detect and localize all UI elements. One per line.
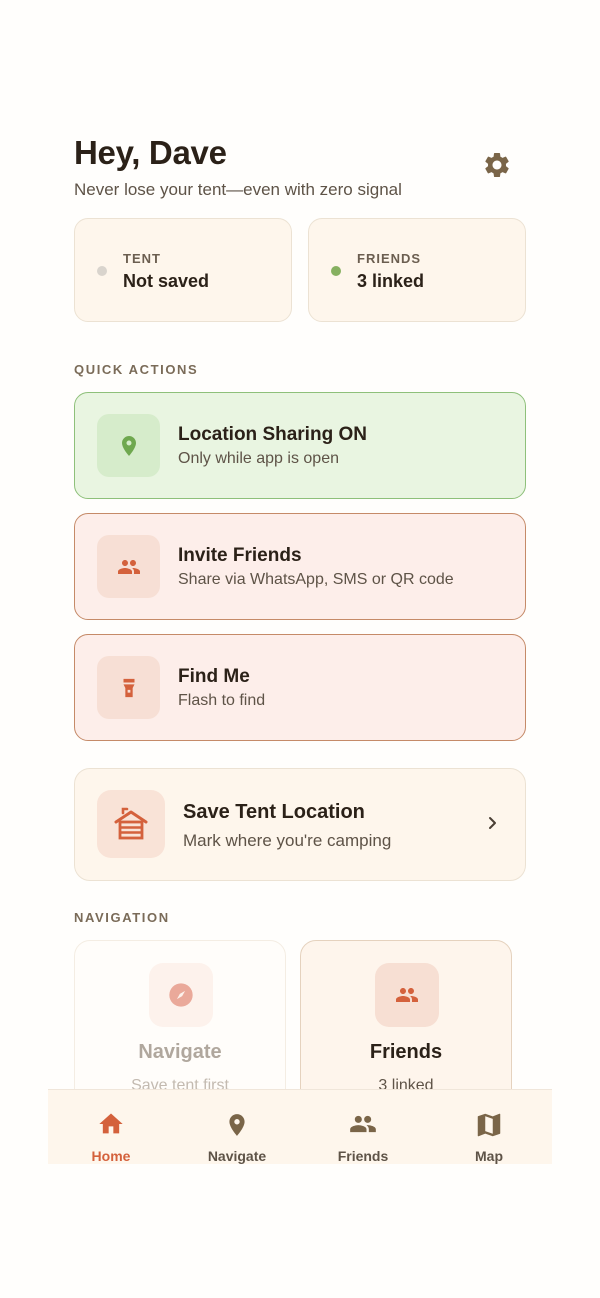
friends-status-label: FRIENDS — [357, 251, 422, 266]
bottom-tab-friends[interactable]: Friends — [300, 1090, 426, 1164]
bottom-tab-navigate-label: Navigate — [207, 1148, 267, 1164]
quick-actions-heading: QUICK ACTIONS — [74, 362, 199, 377]
save-tent-title: Save Tent Location — [183, 801, 365, 823]
find-me-desc: Flash to find — [178, 692, 266, 709]
people-icon — [350, 1115, 376, 1133]
map-icon — [477, 1113, 501, 1137]
greeting-subtitle: Never lose your tent—even with zero sign… — [74, 180, 402, 199]
find-me-icon-tile — [97, 656, 160, 719]
navigate-icon-tile — [149, 963, 213, 1027]
greeting-title: Hey, Dave — [74, 134, 227, 171]
friends-icon-tile — [375, 963, 439, 1027]
map-pin-icon — [229, 1114, 245, 1136]
friends-status-value: 3 linked — [357, 271, 425, 291]
save-tent-icon-tile — [97, 790, 165, 858]
location-sharing-title: Location Sharing ON — [178, 424, 367, 445]
bottom-nav-bar: Home Navigate Friends Map — [48, 1089, 552, 1164]
bottom-tab-navigate[interactable]: Navigate — [174, 1090, 300, 1164]
invite-friends-desc: Share via WhatsApp, SMS or QR code — [178, 571, 454, 588]
navigation-heading: NAVIGATION — [74, 910, 170, 925]
people-icon — [396, 988, 418, 1002]
save-tent-desc: Mark where you're camping — [183, 831, 392, 850]
gear-icon[interactable] — [482, 150, 512, 180]
friends-card[interactable]: Friends 3 linked — [300, 940, 512, 1110]
cabin-icon — [114, 807, 148, 840]
flashlight-icon — [123, 678, 134, 697]
compass-icon — [169, 983, 193, 1007]
people-icon — [117, 559, 140, 574]
bottom-tab-map[interactable]: Map — [426, 1090, 552, 1164]
tent-status-card[interactable]: TENT Not saved — [74, 218, 292, 322]
navigate-card-title: Navigate — [138, 1041, 222, 1063]
invite-friends-card[interactable]: Invite Friends Share via WhatsApp, SMS o… — [74, 513, 526, 620]
find-me-card[interactable]: Find Me Flash to find — [74, 634, 526, 741]
app-screen: Hey, Dave Never lose your tent—even with… — [0, 0, 600, 1298]
bottom-tab-home[interactable]: Home — [48, 1090, 174, 1164]
find-me-title: Find Me — [178, 666, 250, 687]
location-sharing-desc: Only while app is open — [178, 450, 339, 467]
friends-status-card[interactable]: FRIENDS 3 linked — [308, 218, 526, 322]
tent-status-label: TENT — [123, 251, 161, 266]
navigate-card[interactable]: Navigate Save tent first — [74, 940, 286, 1110]
bottom-tab-map-label: Map — [475, 1148, 503, 1164]
home-icon — [99, 1113, 123, 1134]
map-pin-icon — [121, 435, 136, 456]
friends-status-dot — [331, 266, 341, 276]
location-sharing-card[interactable]: Location Sharing ON Only while app is op… — [74, 392, 526, 499]
friends-card-title: Friends — [369, 1041, 443, 1063]
invite-friends-icon-tile — [97, 535, 160, 598]
location-sharing-icon-tile — [97, 414, 160, 477]
bottom-tab-home-label: Home — [91, 1148, 131, 1164]
save-tent-card[interactable]: Save Tent Location Mark where you're cam… — [74, 768, 526, 881]
chevron-right-icon — [489, 817, 496, 829]
invite-friends-title: Invite Friends — [178, 545, 302, 566]
tent-status-dot — [97, 266, 107, 276]
tent-status-value: Not saved — [123, 271, 210, 291]
bottom-tab-friends-label: Friends — [337, 1148, 389, 1164]
